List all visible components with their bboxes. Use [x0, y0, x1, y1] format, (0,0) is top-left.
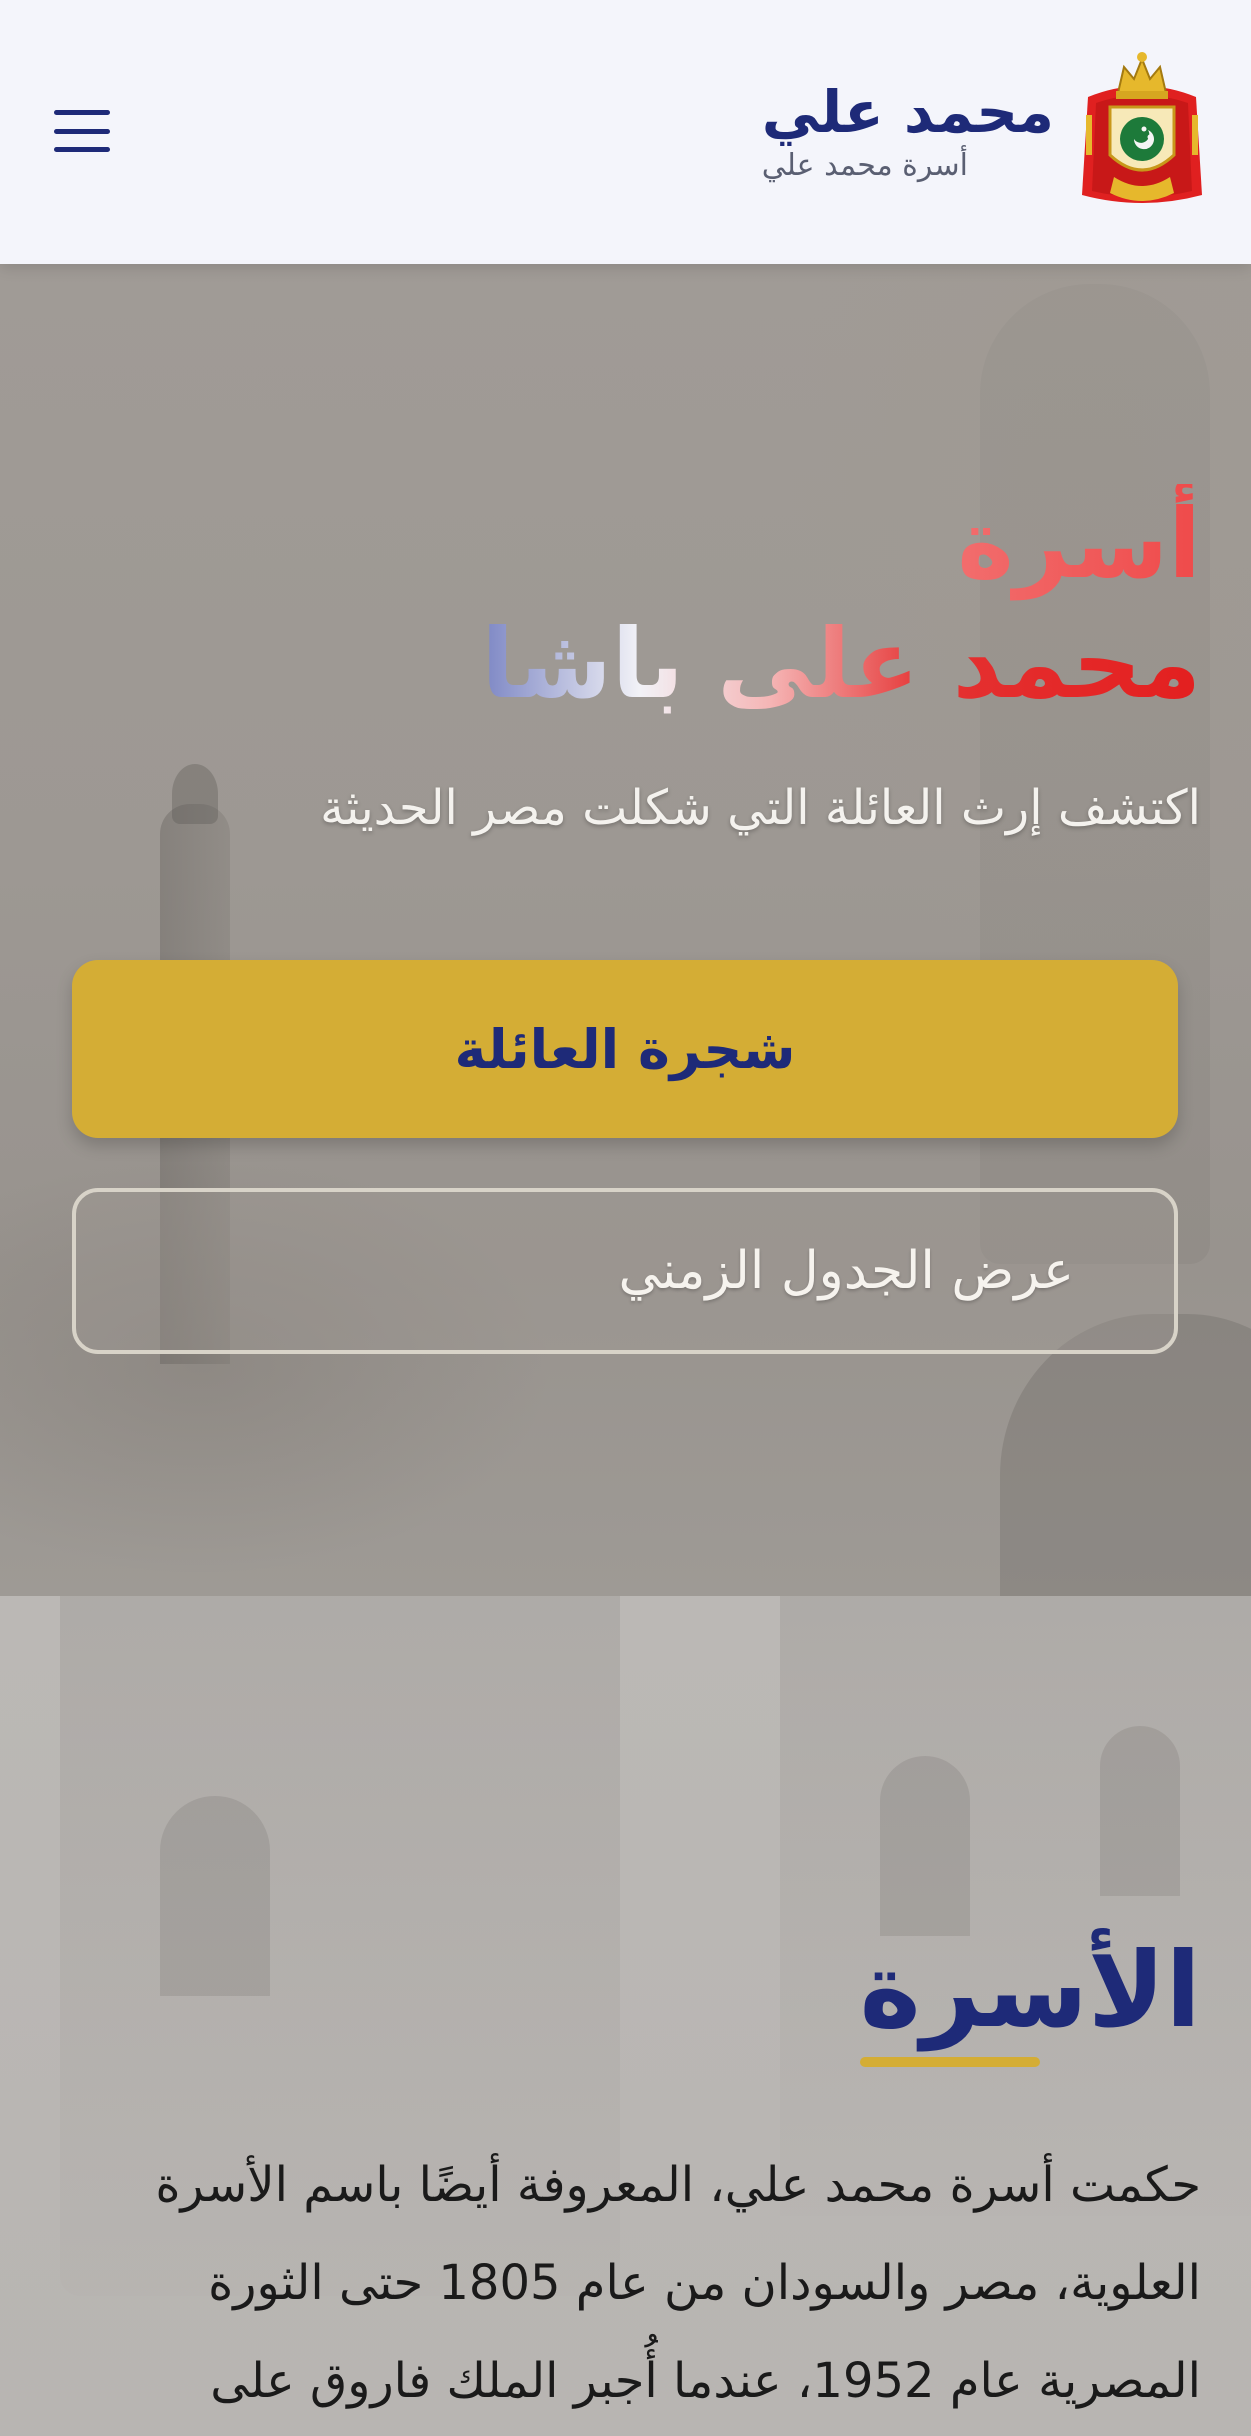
brand[interactable]: محمد علي أسرة محمد علي	[762, 45, 1206, 217]
site-title: محمد علي	[761, 78, 1054, 147]
menu-bar	[54, 128, 110, 134]
family-heading: الأسرة	[859, 1928, 1201, 2067]
family-heading-text: الأسرة	[859, 1929, 1201, 2051]
background-dome	[1000, 1314, 1251, 1596]
site-subtitle: أسرة محمد علي	[761, 147, 968, 183]
family-description: حكمت أسرة محمد علي، المعروفة أيضًا باسم …	[155, 2157, 1201, 2409]
background-window	[1100, 1726, 1180, 1896]
background-building-right	[780, 1596, 1251, 2216]
heading-underline	[859, 2056, 1040, 2067]
background-window	[880, 1756, 970, 1936]
family-tree-button[interactable]: شجرة العائلة	[72, 960, 1178, 1138]
hero-title-line2: محمد على باشا	[481, 604, 1201, 724]
hero-subtitle: اكتشف إرث العائلة التي شكلت مصر الحديثة	[320, 780, 1201, 836]
section-heading: الأسرة	[859, 1928, 1201, 2067]
site-header: محمد علي أسرة محمد علي	[0, 0, 1251, 264]
background-window	[160, 1796, 270, 1996]
menu-bar	[54, 147, 110, 152]
hamburger-menu-icon[interactable]	[52, 106, 112, 156]
royal-coat-of-arms-icon	[1082, 52, 1202, 203]
family-section: الأسرة حكمت أسرة محمد علي، المعروفة أيضً…	[0, 1596, 1251, 2436]
background-minaret-cap	[172, 764, 218, 824]
brand-text: محمد علي أسرة محمد علي	[762, 79, 1054, 183]
hero-title-line1: أسرة	[481, 484, 1201, 604]
hero-section: أسرة محمد على باشا اكتشف إرث العائلة الت…	[0, 264, 1251, 1596]
hero-title: أسرة محمد على باشا	[481, 484, 1201, 724]
view-timeline-button[interactable]: عرض الجدول الزمني	[72, 1188, 1178, 1354]
menu-bar	[54, 110, 110, 115]
